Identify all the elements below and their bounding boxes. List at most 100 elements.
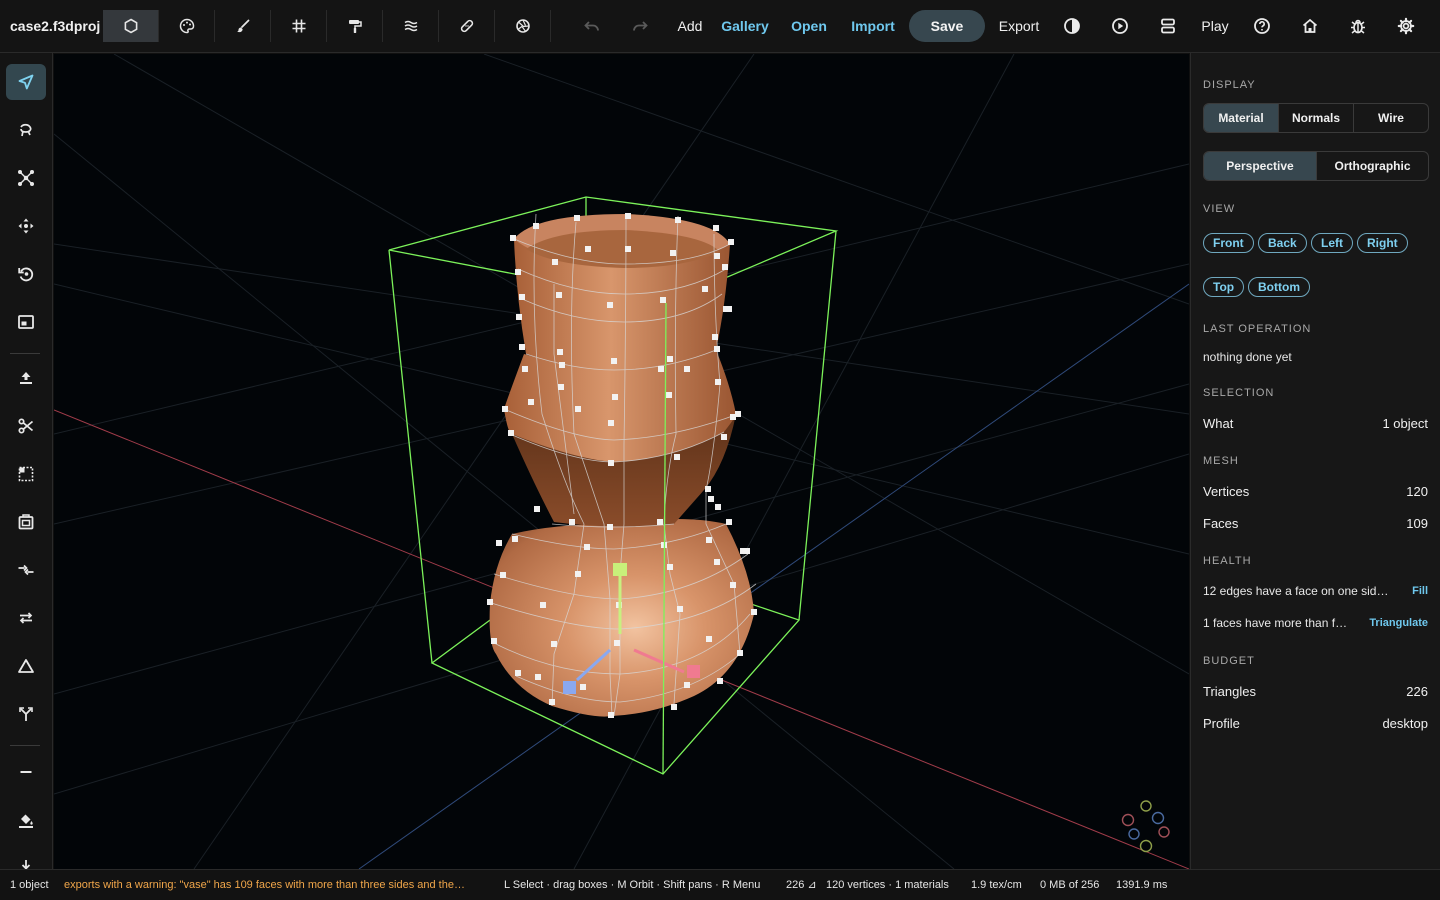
- tool-rotate[interactable]: [6, 256, 46, 292]
- orientation-gizmo[interactable]: [1121, 800, 1170, 853]
- gizmo-z-handle[interactable]: [563, 681, 576, 694]
- scale-frame-icon: [18, 315, 34, 329]
- rail-divider: [10, 745, 40, 746]
- status-texel-density: 1.9 tex/cm: [971, 879, 1022, 891]
- save-button[interactable]: Save: [909, 10, 985, 42]
- rotate-icon: [18, 267, 34, 282]
- view-right-button[interactable]: Right: [1357, 233, 1408, 253]
- layout-button[interactable]: [1158, 14, 1178, 38]
- settings-button[interactable]: [1396, 14, 1416, 38]
- display-section-label: DISPLAY: [1203, 79, 1256, 91]
- view-section-label: VIEW: [1203, 203, 1236, 215]
- contrast-button[interactable]: [1062, 14, 1082, 38]
- tab-layers[interactable]: [383, 10, 439, 42]
- tool-inset[interactable]: [6, 456, 46, 492]
- status-bar: 1 object exports with a warning: "vase" …: [0, 869, 1440, 900]
- selection-what-value: 1 object: [1382, 416, 1428, 431]
- import-button[interactable]: Import: [848, 10, 898, 42]
- status-mesh-info: 120 vertices · 1 materials: [826, 879, 949, 891]
- debug-button[interactable]: [1348, 14, 1368, 38]
- tool-move[interactable]: [6, 208, 46, 244]
- contrast-icon: [1064, 18, 1080, 34]
- tool-scale[interactable]: [6, 304, 46, 340]
- extrude-up-icon: [20, 372, 32, 384]
- projection-toggle: Perspective Orthographic: [1203, 151, 1429, 181]
- perspective-button[interactable]: Perspective: [1204, 152, 1317, 180]
- tool-split[interactable]: [6, 696, 46, 732]
- top-toolbar: case2.f3dproj Add Gallery Open Import Sa…: [0, 0, 1440, 53]
- tool-triangulate[interactable]: [6, 648, 46, 684]
- tab-grid[interactable]: [271, 10, 327, 42]
- tool-lasso[interactable]: [6, 112, 46, 148]
- tab-palette[interactable]: [159, 10, 215, 42]
- bevel-box-icon: [18, 514, 34, 530]
- vertices-value: 120: [1406, 484, 1428, 499]
- gizmo-x-handle[interactable]: [687, 665, 700, 678]
- export-button[interactable]: Export: [995, 10, 1043, 42]
- faces-label: Faces: [1203, 516, 1239, 531]
- status-hints: L Select · drag boxes · M Orbit · Shift …: [504, 879, 761, 891]
- preview-button[interactable]: [1110, 14, 1130, 38]
- budget-section-label: BUDGET: [1203, 655, 1255, 667]
- triangles-value: 226: [1406, 684, 1428, 699]
- mode-tabs: [103, 10, 551, 42]
- scissors-icon: [18, 418, 34, 434]
- tool-swap[interactable]: [6, 600, 46, 636]
- tool-fill[interactable]: [6, 802, 46, 838]
- display-wire-button[interactable]: Wire: [1354, 104, 1428, 132]
- last-operation-value: nothing done yet: [1203, 350, 1292, 364]
- play-button[interactable]: Play: [1199, 10, 1231, 42]
- 3d-viewport[interactable]: [54, 54, 1189, 869]
- tool-flatten[interactable]: [6, 754, 46, 790]
- gizmo-y-handle[interactable]: [613, 563, 627, 576]
- rail-divider: [10, 353, 40, 354]
- tool-extrude[interactable]: [6, 360, 46, 396]
- tab-aperture[interactable]: [495, 10, 551, 42]
- tab-brush[interactable]: [215, 10, 271, 42]
- redo-button[interactable]: [630, 14, 650, 38]
- display-normals-button[interactable]: Normals: [1279, 104, 1354, 132]
- tool-vertices[interactable]: [6, 160, 46, 196]
- cursor-arrow-icon: [18, 74, 34, 90]
- tool-merge[interactable]: [6, 552, 46, 588]
- tool-bevel[interactable]: [6, 504, 46, 540]
- status-triangles: 226 ⊿: [786, 879, 817, 891]
- scene-canvas[interactable]: [54, 54, 1189, 869]
- home-button[interactable]: [1300, 14, 1320, 38]
- paint-bucket-icon: [19, 814, 33, 828]
- swap-arrows-icon: [19, 612, 33, 624]
- fill-button[interactable]: Fill: [1412, 585, 1428, 597]
- view-left-button[interactable]: Left: [1311, 233, 1353, 253]
- tool-download[interactable]: [6, 850, 46, 869]
- display-material-button[interactable]: Material: [1204, 104, 1279, 132]
- mesh-section-label: MESH: [1203, 455, 1239, 467]
- help-button[interactable]: [1252, 14, 1272, 38]
- vase-mesh[interactable]: [489, 214, 754, 717]
- layers-icon: [404, 20, 417, 32]
- health-ngon-text: 1 faces have more than four sides: [1203, 616, 1353, 630]
- triangulate-button[interactable]: Triangulate: [1369, 617, 1428, 629]
- project-title: case2.f3dproj: [10, 18, 101, 34]
- undo-button[interactable]: [582, 14, 602, 38]
- triangles-label: Triangles: [1203, 684, 1256, 699]
- profile-label: Profile: [1203, 716, 1240, 731]
- open-button[interactable]: Open: [788, 10, 830, 42]
- properties-panel: DISPLAY Material Normals Wire Perspectiv…: [1190, 53, 1440, 869]
- tool-select[interactable]: [6, 64, 46, 100]
- view-bottom-button[interactable]: Bottom: [1248, 277, 1310, 297]
- view-back-button[interactable]: Back: [1258, 233, 1307, 253]
- add-button[interactable]: Add: [672, 10, 708, 42]
- tab-object-mode[interactable]: [103, 10, 159, 42]
- merge-arrows-icon: [18, 564, 34, 576]
- orthographic-button[interactable]: Orthographic: [1317, 152, 1428, 180]
- gallery-button[interactable]: Gallery: [719, 10, 771, 42]
- tool-rail: [0, 53, 53, 869]
- view-top-button[interactable]: Top: [1203, 277, 1245, 297]
- tab-paint-roller[interactable]: [327, 10, 383, 42]
- gear-icon: [1397, 17, 1415, 35]
- status-warning[interactable]: exports with a warning: "vase" has 109 f…: [64, 870, 492, 900]
- tab-bandage[interactable]: [439, 10, 495, 42]
- tool-cut[interactable]: [6, 408, 46, 444]
- view-front-button[interactable]: Front: [1203, 233, 1254, 253]
- brush-icon: [236, 19, 249, 33]
